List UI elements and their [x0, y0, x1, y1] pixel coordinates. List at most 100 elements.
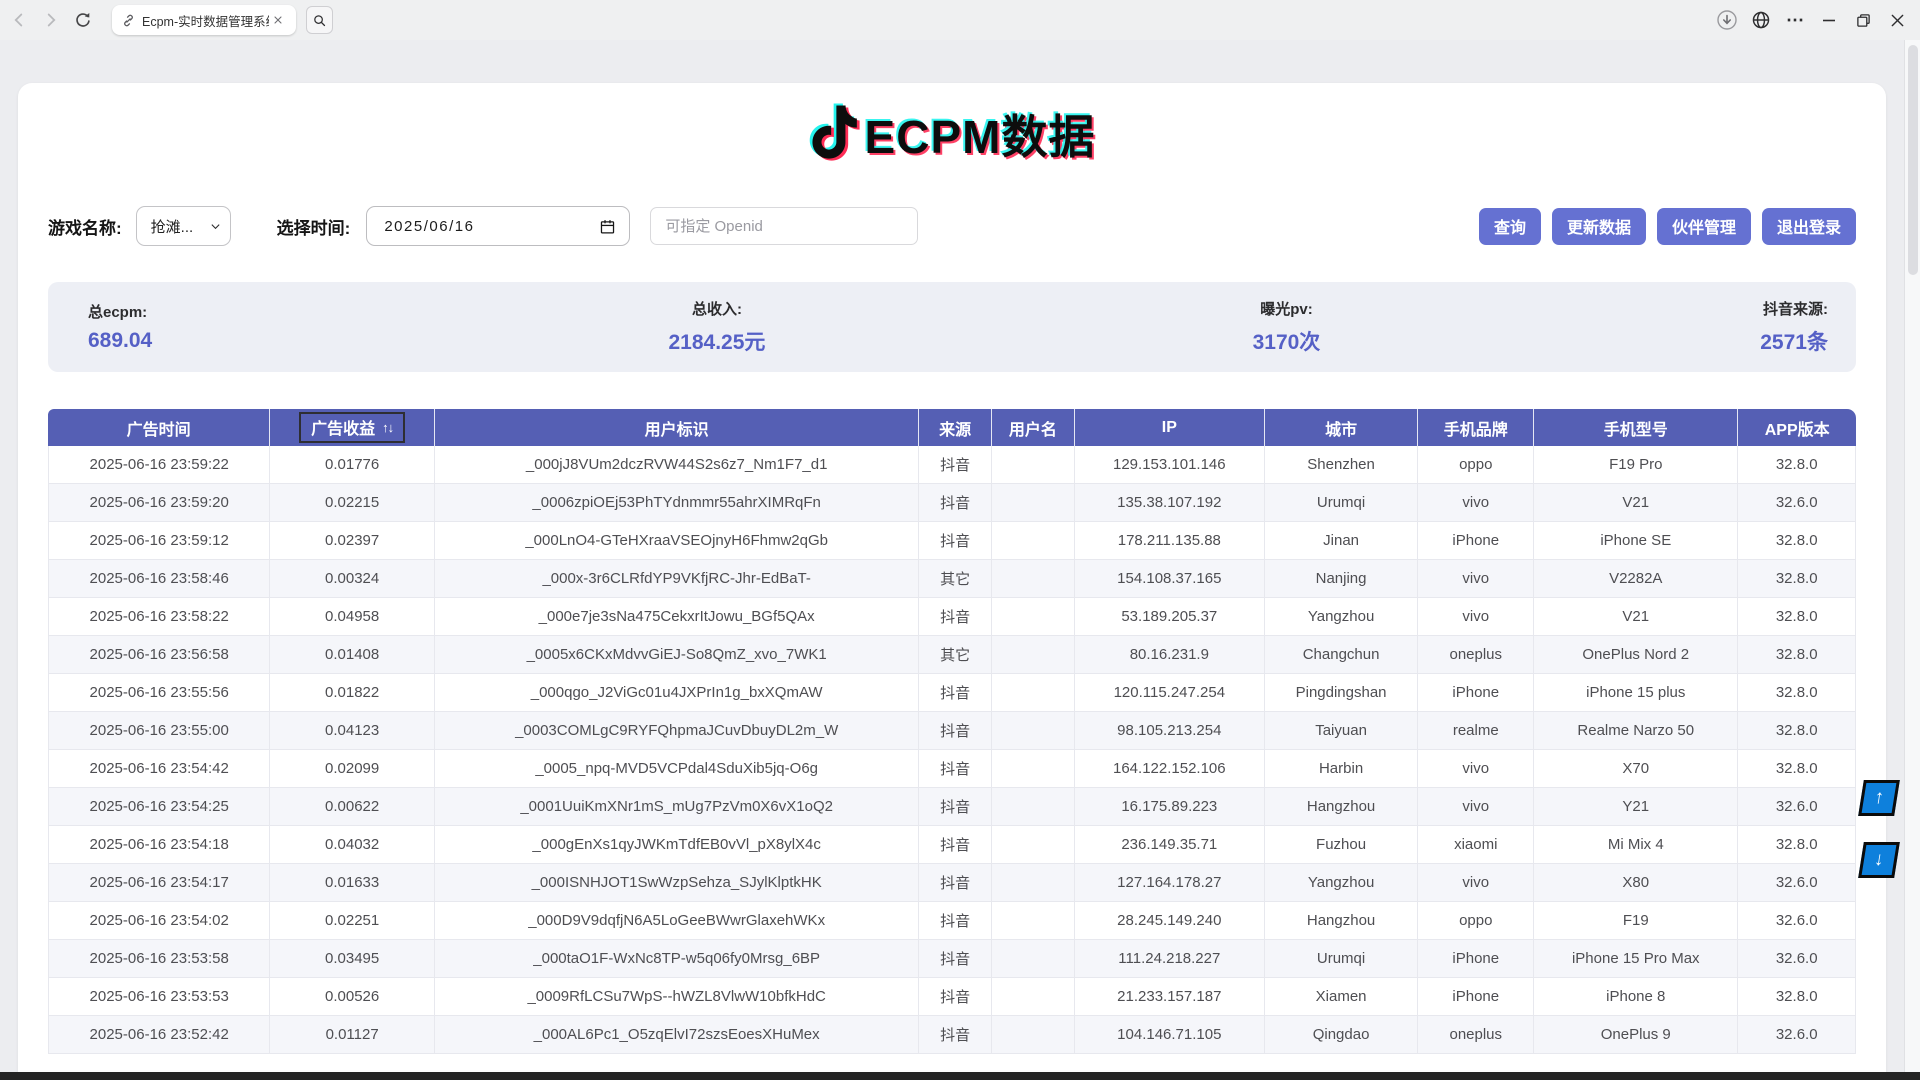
filter-row: 游戏名称: 抢滩... 选择时间: 2025/06/16 查询 更新数据 伙伴管…: [48, 203, 1856, 249]
cell-phone-brand: oppo: [1418, 902, 1534, 940]
table-row: 2025-06-16 23:58:46 0.00324 _000x-3r6CLR…: [48, 560, 1856, 598]
cell-phone-brand: vivo: [1418, 864, 1534, 902]
reload-icon[interactable]: [70, 7, 96, 33]
cell-ip: 16.175.89.223: [1075, 788, 1265, 826]
cell-ip: 127.164.178.27: [1075, 864, 1265, 902]
cell-city: Harbin: [1265, 750, 1419, 788]
stats-bar: 总ecpm: 689.04 总收入: 2184.25元 曝光pv: 3170次 …: [48, 282, 1856, 372]
revenue-sort-button[interactable]: 广告收益 ↑↓: [299, 412, 405, 443]
cell-source: 抖音: [919, 940, 991, 978]
stat-value: 2571条: [1639, 326, 1828, 356]
window-close-icon[interactable]: [1880, 0, 1914, 40]
query-button[interactable]: 查询: [1479, 208, 1541, 245]
scroll-to-top-button[interactable]: ↑: [1858, 780, 1900, 816]
minimize-icon[interactable]: [1812, 0, 1846, 40]
search-icon[interactable]: [306, 6, 333, 34]
stat-value: 689.04: [88, 329, 500, 353]
cell-ad-time: 2025-06-16 23:52:42: [48, 1016, 270, 1054]
cell-ad-revenue: 0.01633: [270, 864, 435, 902]
back-icon[interactable]: [6, 7, 32, 33]
browser-titlebar: Ecpm-实时数据管理系统 ⋯: [0, 0, 1920, 40]
app-logo: ECPM数据: [18, 83, 1886, 169]
browser-tab[interactable]: Ecpm-实时数据管理系统: [112, 5, 296, 35]
table-row: 2025-06-16 23:55:56 0.01822 _000qgo_J2Vi…: [48, 674, 1856, 712]
cell-user-id: _0005x6CKxMdvvGiEJ-So8QmZ_xvo_7WK1: [435, 636, 920, 674]
cell-phone-brand: iPhone: [1418, 940, 1534, 978]
refresh-data-button[interactable]: 更新数据: [1552, 208, 1646, 245]
cell-username: [992, 902, 1075, 940]
cell-ip: 53.189.205.37: [1075, 598, 1265, 636]
cell-source: 抖音: [919, 788, 991, 826]
cell-ad-revenue: 0.00526: [270, 978, 435, 1016]
cell-username: [992, 826, 1075, 864]
cell-source: 其它: [919, 560, 991, 598]
cell-user-id: _000AL6Pc1_O5zqElvI72szsEoesXHuMex: [435, 1016, 920, 1054]
cell-ad-time: 2025-06-16 23:59:12: [48, 522, 270, 560]
cell-ad-time: 2025-06-16 23:54:42: [48, 750, 270, 788]
cell-ad-revenue: 0.02099: [270, 750, 435, 788]
openid-input[interactable]: [650, 207, 918, 245]
cell-user-id: _000gEnXs1qyJWKmTdfEB0vVl_pX8ylX4c: [435, 826, 920, 864]
col-phone-model: 手机型号: [1534, 409, 1738, 446]
cell-city: Pingdingshan: [1265, 674, 1419, 712]
cell-user-id: _000LnO4-GTeHXraaVSEOjnyH6Fhmw2qGb: [435, 522, 920, 560]
cell-ad-revenue: 0.02251: [270, 902, 435, 940]
cell-ad-time: 2025-06-16 23:53:53: [48, 978, 270, 1016]
cell-app-version: 32.8.0: [1738, 636, 1856, 674]
table-header-row: 广告时间 广告收益 ↑↓ 用户标识 来源 用户名 IP 城市 手机品牌 手机型号…: [48, 409, 1856, 446]
cell-phone-model: F19: [1534, 902, 1738, 940]
cell-phone-brand: oneplus: [1418, 1016, 1534, 1054]
date-input[interactable]: 2025/06/16: [366, 206, 630, 246]
cell-app-version: 32.8.0: [1738, 598, 1856, 636]
scroll-to-bottom-button[interactable]: ↓: [1858, 842, 1900, 878]
table-row: 2025-06-16 23:55:00 0.04123 _0003COMLgC9…: [48, 712, 1856, 750]
cell-app-version: 32.6.0: [1738, 1016, 1856, 1054]
cell-ad-time: 2025-06-16 23:55:00: [48, 712, 270, 750]
cell-username: [992, 864, 1075, 902]
cell-user-id: _000taO1F-WxNc8TP-w5q06fy0Mrsg_6BP: [435, 940, 920, 978]
cell-username: [992, 484, 1075, 522]
cell-source: 抖音: [919, 978, 991, 1016]
stat-value: 3170次: [934, 326, 1639, 356]
cell-city: Qingdao: [1265, 1016, 1419, 1054]
cell-city: Taiyuan: [1265, 712, 1419, 750]
restore-icon[interactable]: [1846, 0, 1880, 40]
cell-ad-revenue: 0.01127: [270, 1016, 435, 1054]
cell-phone-model: OnePlus 9: [1534, 1016, 1738, 1054]
tab-title: Ecpm-实时数据管理系统: [142, 11, 269, 30]
download-icon[interactable]: [1710, 0, 1744, 40]
window-controls: ⋯: [1710, 0, 1914, 40]
logout-button[interactable]: 退出登录: [1762, 208, 1856, 245]
cell-phone-brand: iPhone: [1418, 674, 1534, 712]
forward-icon[interactable]: [38, 7, 64, 33]
cell-phone-model: Mi Mix 4: [1534, 826, 1738, 864]
page-scrollbar[interactable]: [1904, 40, 1920, 1080]
game-select[interactable]: 抢滩...: [136, 206, 231, 246]
cell-ip: 111.24.218.227: [1075, 940, 1265, 978]
cell-ad-time: 2025-06-16 23:53:58: [48, 940, 270, 978]
cell-username: [992, 446, 1075, 484]
cell-app-version: 32.6.0: [1738, 788, 1856, 826]
cell-ad-time: 2025-06-16 23:54:02: [48, 902, 270, 940]
cell-phone-model: OnePlus Nord 2: [1534, 636, 1738, 674]
cell-ip: 28.245.149.240: [1075, 902, 1265, 940]
stat-value: 2184.25元: [500, 326, 934, 356]
cell-ad-revenue: 0.01822: [270, 674, 435, 712]
scrollbar-thumb[interactable]: [1908, 45, 1918, 275]
stat-label: 总ecpm:: [88, 301, 500, 322]
cell-username: [992, 978, 1075, 1016]
cell-ad-revenue: 0.00622: [270, 788, 435, 826]
table-row: 2025-06-16 23:53:58 0.03495 _000taO1F-Wx…: [48, 940, 1856, 978]
col-ad-revenue: 广告收益 ↑↓: [270, 409, 435, 446]
ecpm-table: 广告时间 广告收益 ↑↓ 用户标识 来源 用户名 IP 城市 手机品牌 手机型号…: [48, 409, 1856, 1054]
menu-ellipsis-icon[interactable]: ⋯: [1778, 0, 1812, 40]
cell-user-id: _000jJ8VUm2dczRVW44S2s6z7_Nm1F7_d1: [435, 446, 920, 484]
link-icon: [121, 13, 136, 28]
calendar-icon[interactable]: [599, 218, 616, 235]
col-app-version: APP版本: [1738, 409, 1856, 446]
globe-icon[interactable]: [1744, 0, 1778, 40]
tab-close-icon[interactable]: [269, 11, 287, 29]
taskbar-edge: [0, 1072, 1920, 1080]
cell-source: 抖音: [919, 902, 991, 940]
partner-manage-button[interactable]: 伙伴管理: [1657, 208, 1751, 245]
